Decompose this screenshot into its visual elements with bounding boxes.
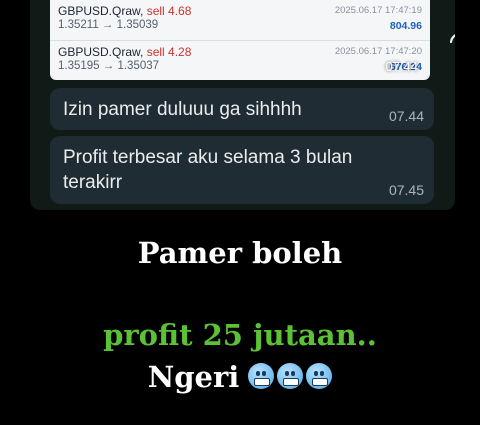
- trade-profit: 804.96: [389, 20, 422, 32]
- caption-line-2: profit 25 jutaan..: [103, 318, 377, 352]
- caption-line-3: Ngeri: [0, 360, 480, 396]
- cold-face-emoji-icon: [248, 363, 275, 389]
- cold-face-emoji-icon: [306, 363, 333, 389]
- trade-side: sell 4.28: [146, 45, 192, 59]
- caption-line-1: Pamer boleh: [137, 236, 343, 270]
- message-time: 07.44: [388, 108, 424, 124]
- trade-symbol: GBPUSD.Qraw, sell 4.68: [58, 4, 192, 18]
- trade-time: 2025.06.17 17:47:19: [334, 5, 422, 16]
- trade-prices: 1.35195 → 1.35037: [58, 60, 160, 72]
- emoji-group: [245, 362, 333, 396]
- image-timestamp: 07.44: [385, 59, 418, 74]
- message-text: Profit terbesar aku selama 3 bulan terak…: [63, 147, 353, 193]
- trade-side: sell 4.68: [146, 4, 192, 18]
- trade-row: GBPUSD.Qraw, sell 4.68 1.35211 → 1.35039…: [50, 0, 430, 36]
- message-bubble[interactable]: Izin pamer duluuu ga sihhhh 07.44: [50, 88, 434, 130]
- chat-panel: GBPUSD.Qraw, sell 4.68 1.35211 → 1.35039…: [30, 0, 455, 210]
- forward-icon: [449, 34, 455, 44]
- trade-time: 2025.06.17 17:47:20: [334, 46, 422, 57]
- message-bubble[interactable]: Profit terbesar aku selama 3 bulan terak…: [50, 136, 434, 204]
- trade-row: GBPUSD.Qraw, sell 4.28 1.35195 → 1.35037…: [50, 40, 430, 77]
- cold-face-emoji-icon: [277, 363, 304, 389]
- trade-symbol: GBPUSD.Qraw, sell 4.28: [58, 45, 192, 59]
- forward-button[interactable]: [442, 24, 455, 48]
- caption-text: Ngeri: [147, 360, 240, 394]
- trade-prices: 1.35211 → 1.35039: [58, 19, 159, 31]
- trade-screenshot-image[interactable]: GBPUSD.Qraw, sell 4.68 1.35211 → 1.35039…: [50, 0, 430, 80]
- message-text: Izin pamer duluuu ga sihhhh: [63, 99, 302, 120]
- message-time: 07.45: [388, 182, 424, 198]
